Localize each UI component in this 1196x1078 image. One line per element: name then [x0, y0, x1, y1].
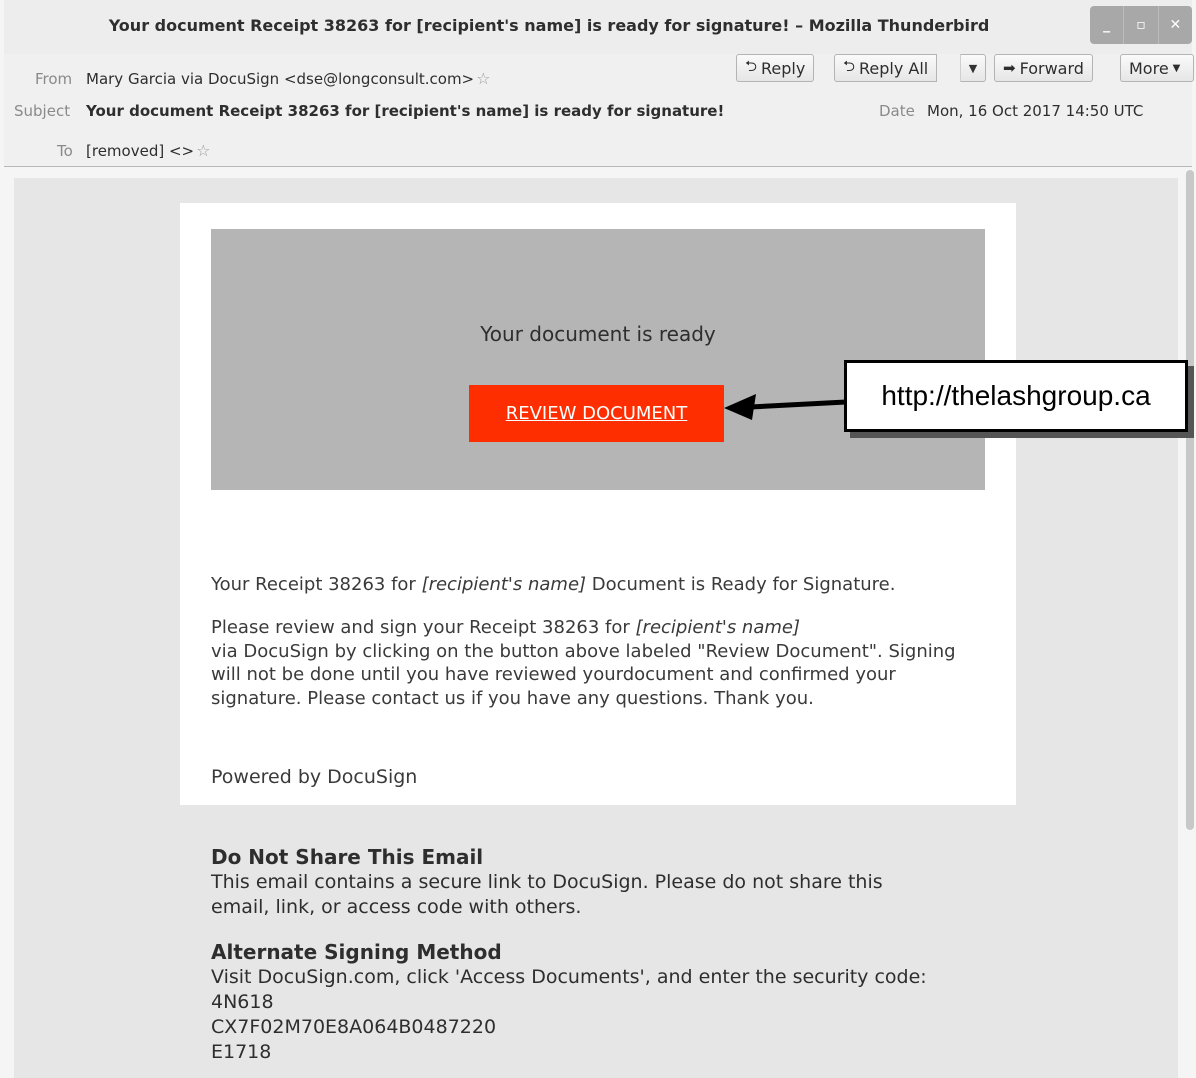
message-body: Your document is ready REVIEW DOCUMENT Y…: [14, 178, 1178, 1078]
to-label: To: [57, 142, 73, 160]
more-label: More: [1129, 58, 1169, 78]
to-value: [removed] <> ☆: [86, 141, 210, 160]
scrollbar[interactable]: [1186, 170, 1194, 830]
summary-text: Your Receipt 38263 for: [211, 574, 422, 595]
do-not-share-section: Do Not Share This Email This email conta…: [211, 845, 1011, 920]
message-header: From Mary Garcia via DocuSign <dse@longc…: [4, 54, 1194, 167]
reply-label: Reply: [761, 58, 806, 78]
summary-paragraph: Your Receipt 38263 for [recipient's name…: [211, 573, 971, 596]
reply-all-button[interactable]: ⮌ Reply All: [834, 54, 938, 82]
alternate-method-section: Alternate Signing Method Visit DocuSign.…: [211, 940, 1011, 1065]
to-address[interactable]: [removed] <>: [86, 142, 194, 160]
security-code-line: CX7F02M70E8A064B0487220: [211, 1016, 497, 1038]
summary-text-end: Document is Ready for Signature.: [586, 574, 896, 595]
arrow-icon: [724, 394, 847, 420]
reply-all-icon: ⮌: [843, 56, 856, 75]
instructions-text-end: via DocuSign by clicking on the button a…: [211, 640, 956, 709]
powered-by: Powered by DocuSign: [211, 766, 418, 788]
from-value: Mary Garcia via DocuSign <dse@longconsul…: [86, 69, 490, 88]
minimize-button[interactable]: _: [1090, 6, 1124, 44]
instructions-paragraph: Please review and sign your Receipt 3826…: [211, 616, 991, 710]
do-not-share-text: This email contains a secure link to Doc…: [211, 871, 883, 918]
security-code-line: 4N618: [211, 991, 274, 1013]
recipient-placeholder: [recipient's name]: [635, 617, 800, 638]
star-icon[interactable]: ☆: [196, 141, 210, 160]
maximize-button[interactable]: ▫: [1123, 6, 1158, 44]
forward-icon: ➡: [1003, 59, 1016, 77]
chevron-down-icon: ▼: [1172, 62, 1181, 74]
subject-label: Subject: [14, 102, 71, 120]
title-bar: Your document Receipt 38263 for [recipie…: [4, 0, 1192, 55]
alternate-method-text: Visit DocuSign.com, click 'Access Docume…: [211, 966, 927, 988]
more-button[interactable]: More ▼: [1120, 54, 1194, 82]
star-icon[interactable]: ☆: [476, 69, 490, 88]
from-label: From: [35, 70, 73, 88]
instructions-text: Please review and sign your Receipt 3826…: [211, 617, 636, 638]
alternate-method-heading: Alternate Signing Method: [211, 940, 502, 964]
url-callout: http://thelashgroup.ca: [844, 360, 1188, 432]
window-controls: _ ▫ ✕: [1090, 6, 1192, 44]
close-button[interactable]: ✕: [1157, 6, 1192, 44]
reply-button[interactable]: ⮌ Reply: [736, 54, 815, 82]
forward-label: Forward: [1019, 58, 1084, 78]
window-title: Your document Receipt 38263 for [recipie…: [108, 16, 990, 35]
banner-text: Your document is ready: [480, 322, 716, 346]
subject-value: Your document Receipt 38263 for [recipie…: [86, 102, 725, 120]
forward-button[interactable]: ➡ Forward: [994, 54, 1093, 82]
security-code-line: E1718: [211, 1041, 272, 1063]
reply-icon: ⮌: [745, 56, 758, 75]
recipient-placeholder: [recipient's name]: [421, 574, 587, 595]
do-not-share-heading: Do Not Share This Email: [211, 845, 484, 869]
reply-all-label: Reply All: [859, 58, 929, 78]
email-card: Your document is ready REVIEW DOCUMENT Y…: [180, 203, 1016, 805]
date-label: Date: [879, 102, 915, 120]
review-document-button[interactable]: REVIEW DOCUMENT: [469, 385, 724, 442]
from-address[interactable]: Mary Garcia via DocuSign <dse@longconsul…: [86, 70, 474, 88]
chevron-down-icon: ▼: [968, 61, 978, 75]
date-value: Mon, 16 Oct 2017 14:50 UTC: [927, 102, 1144, 120]
reply-all-dropdown[interactable]: ▼: [960, 54, 986, 82]
